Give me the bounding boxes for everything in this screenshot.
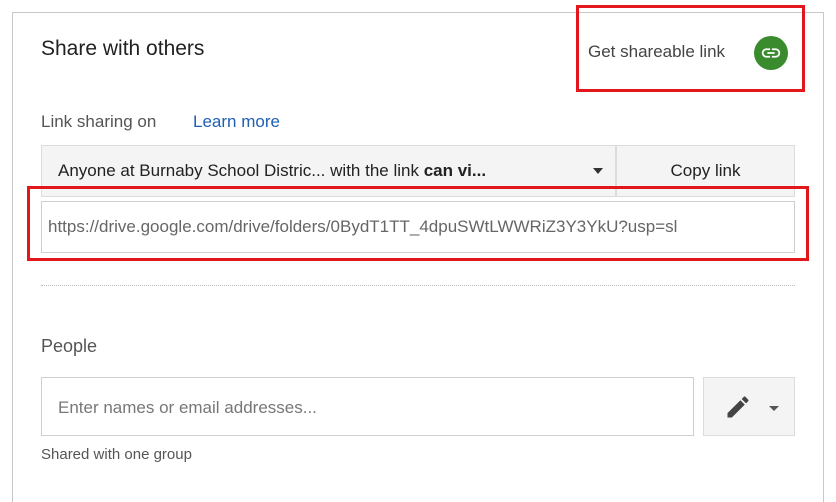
section-divider [41,285,795,286]
link-sharing-status: Link sharing on [41,112,157,131]
people-input[interactable]: Enter names or email addresses... [41,377,694,436]
highlight-box-url [27,186,809,261]
shared-with-note: Shared with one group [41,446,192,463]
people-input-placeholder: Enter names or email addresses... [58,398,317,417]
pencil-icon [727,396,749,418]
dropdown-arrow-icon [593,168,603,174]
highlight-box-get-link [576,5,805,92]
dialog-title: Share with others [41,37,205,60]
permission-dropdown-button[interactable] [703,377,795,436]
people-label: People [41,336,98,356]
learn-more-link[interactable]: Learn more [193,112,280,132]
chevron-down-icon [769,406,779,411]
link-access-value: Anyone at Burnaby School Distric... with… [58,161,487,180]
